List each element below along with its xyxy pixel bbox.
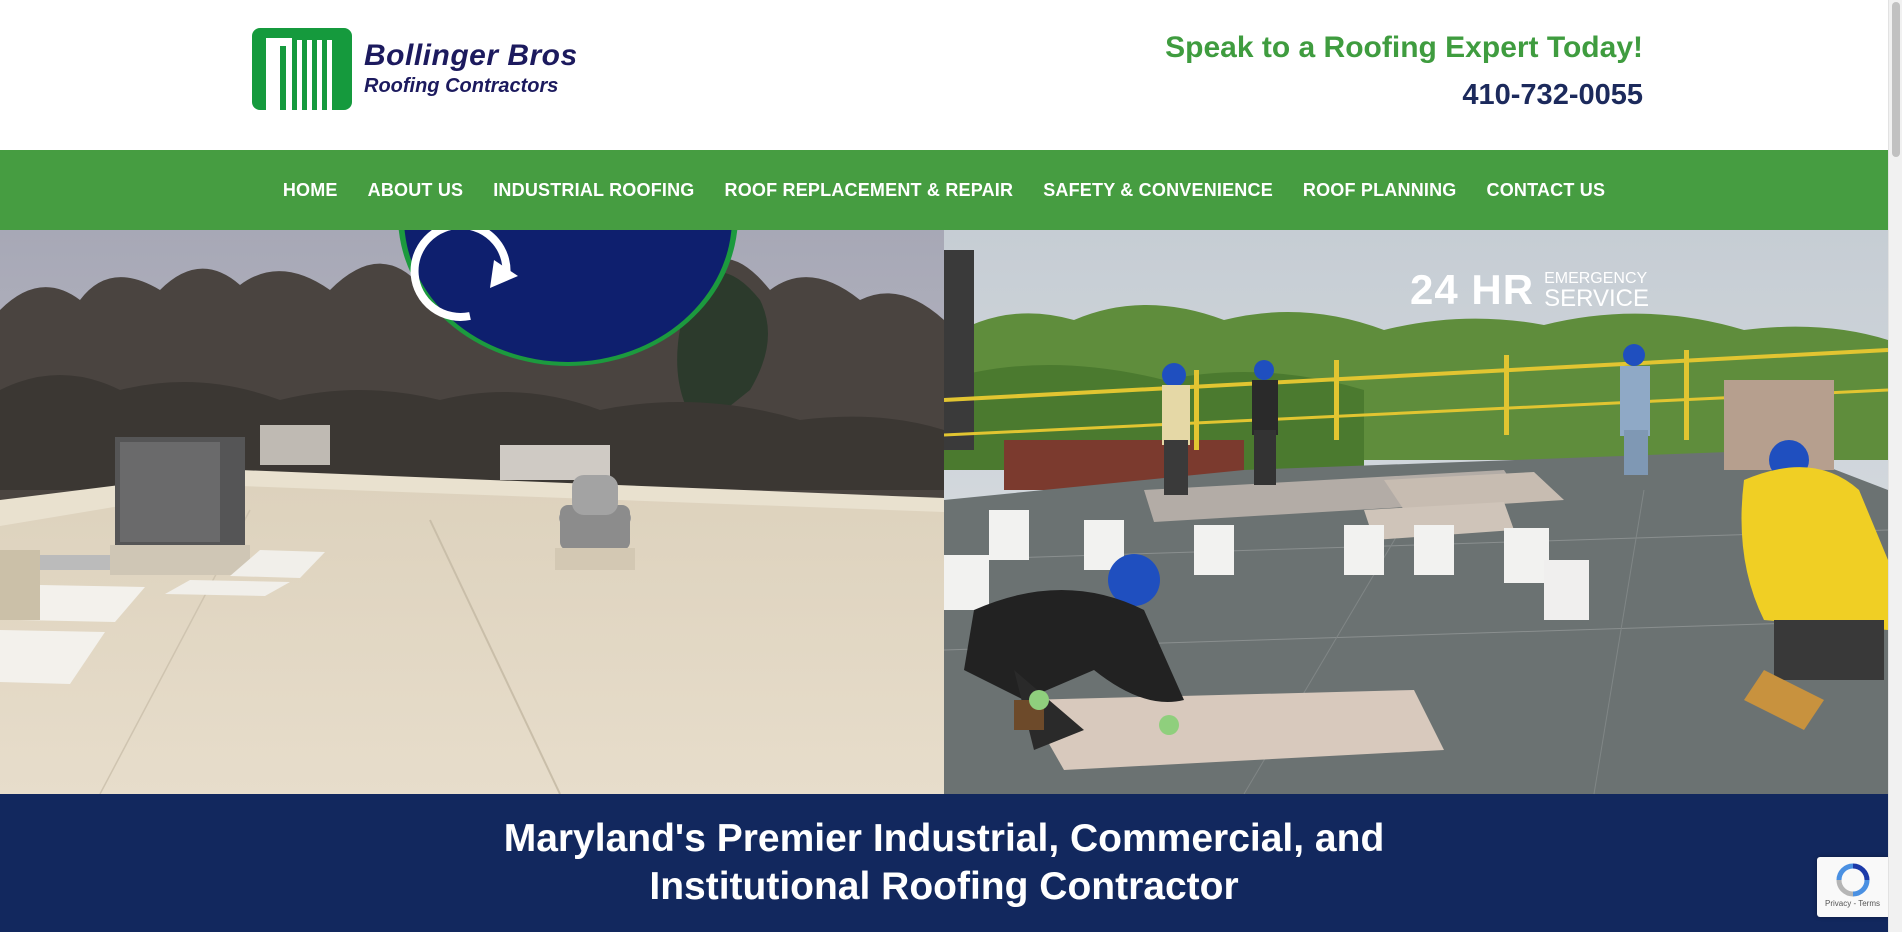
nav-item-industrial-roofing[interactable]: INDUSTRIAL ROOFING <box>478 180 709 201</box>
recaptcha-links: Privacy - Terms <box>1825 899 1880 908</box>
recaptcha-terms-link[interactable]: Terms <box>1858 899 1880 908</box>
badge-sub-text: EMERGENCY SERVICE <box>1544 270 1649 311</box>
badge-service-label: SERVICE <box>1544 284 1649 312</box>
nav-item-roof-replacement-repair[interactable]: ROOF REPLACEMENT & REPAIR <box>710 180 1029 201</box>
recaptcha-privacy-link[interactable]: Privacy <box>1825 899 1851 908</box>
logo-subtitle: Roofing Contractors <box>364 75 559 97</box>
hero-headline-line1: Maryland's Premier Industrial, Commercia… <box>503 817 1385 860</box>
hero-image-roofing-crew <box>944 230 1888 794</box>
phone-link[interactable]: 410-732-0055 <box>1462 78 1643 112</box>
hero-banner: Maryland's Premier Industrial, Commercia… <box>0 794 1888 932</box>
emergency-service-badge <box>398 230 738 366</box>
badge-main-text: 24 HR <box>1410 266 1535 313</box>
site-header: Bollinger Bros Roofing Contractors Speak… <box>0 0 1888 150</box>
logo-text: Bollinger Bros Roofing Contractors <box>364 39 578 99</box>
nav-item-contact-us[interactable]: CONTACT US <box>1472 180 1621 201</box>
page-scrollbar[interactable] <box>1888 0 1902 932</box>
logo-name: Bollinger Bros <box>364 39 578 72</box>
main-nav: HOME ABOUT US INDUSTRIAL ROOFING ROOF RE… <box>0 150 1888 230</box>
badge-text: 24 HR EMERGENCY SERVICE <box>1410 266 1649 314</box>
nav-item-roof-planning[interactable]: ROOF PLANNING <box>1288 180 1472 201</box>
site-logo[interactable]: Bollinger Bros Roofing Contractors <box>252 28 578 110</box>
header-contact: Speak to a Roofing Expert Today! 410-732… <box>1165 30 1643 112</box>
recaptcha-badge[interactable]: Privacy - Terms <box>1817 857 1888 917</box>
nav-item-about-us[interactable]: ABOUT US <box>353 180 479 201</box>
badge-emergency-label: EMERGENCY <box>1544 269 1648 287</box>
logo-mark-icon <box>252 28 352 110</box>
page: Bollinger Bros Roofing Contractors Speak… <box>0 0 1902 932</box>
nav-item-home[interactable]: HOME <box>268 180 353 201</box>
hero-headline-line2: Institutional Roofing Contractor <box>649 865 1239 908</box>
hero: 24 HR EMERGENCY SERVICE <box>0 230 1888 794</box>
scrollbar-thumb[interactable] <box>1892 2 1900 157</box>
header-tagline: Speak to a Roofing Expert Today! <box>1165 31 1643 64</box>
recaptcha-icon <box>1836 863 1869 897</box>
nav-item-safety-convenience[interactable]: SAFETY & CONVENIENCE <box>1028 180 1288 201</box>
